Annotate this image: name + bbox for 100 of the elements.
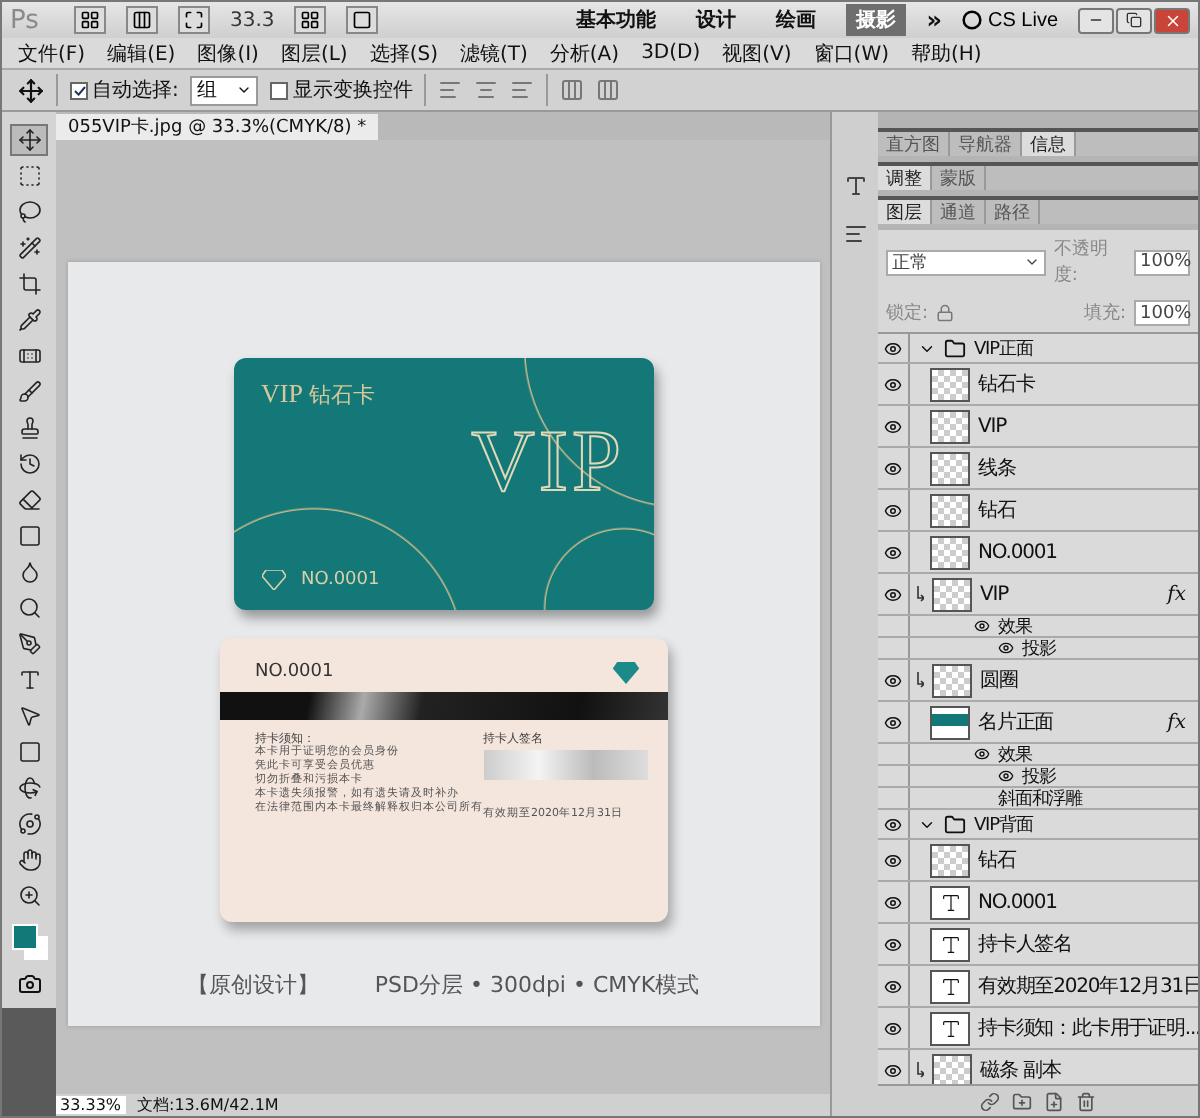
layer-name[interactable]: 磁条 副本: [980, 1056, 1061, 1084]
move-tool-icon[interactable]: [18, 77, 44, 103]
visibility-icon[interactable]: [884, 459, 902, 477]
effects-badge[interactable]: fx: [1167, 583, 1186, 605]
visibility-icon[interactable]: [884, 1061, 902, 1079]
bridge-button[interactable]: [74, 6, 106, 34]
layer-row[interactable]: 钻石: [878, 840, 1198, 882]
new-group-icon[interactable]: [1012, 1091, 1032, 1111]
arrange-button[interactable]: [294, 6, 327, 34]
visibility-icon[interactable]: [884, 977, 902, 995]
layer-group-row[interactable]: VIP正面: [878, 334, 1198, 364]
align-icon[interactable]: [474, 78, 499, 102]
layer-name[interactable]: 圆圈: [980, 666, 1018, 694]
more-workspaces[interactable]: »: [926, 6, 942, 34]
menu-item[interactable]: 文件(F): [18, 39, 86, 67]
layer-name[interactable]: 持卡须知：此卡用于证明...: [978, 1014, 1198, 1042]
layer-name[interactable]: 线条: [978, 454, 1016, 482]
layer-group-row[interactable]: VIP背面: [878, 810, 1198, 840]
minimize-button[interactable]: [1078, 7, 1114, 33]
layer-row[interactable]: NO.0001: [878, 532, 1198, 574]
effects-row[interactable]: 效果: [878, 616, 1198, 638]
mini-bridge-button[interactable]: [126, 6, 158, 34]
effect-name[interactable]: 投影: [1022, 635, 1056, 661]
zoom-level[interactable]: 33.3: [230, 9, 275, 31]
link-icon[interactable]: [980, 1091, 1000, 1111]
cs-live-button[interactable]: CS Live: [961, 9, 1058, 31]
zoom-field[interactable]: 33.33%: [56, 1096, 126, 1114]
layer-name[interactable]: VIP: [978, 415, 1007, 437]
menu-item[interactable]: 分析(A): [549, 39, 620, 67]
layer-name[interactable]: 钻石卡: [978, 370, 1035, 398]
distribute-icon[interactable]: [596, 78, 621, 102]
visibility-icon[interactable]: [884, 851, 902, 869]
restore-button[interactable]: [1116, 7, 1152, 33]
workspace-tab[interactable]: 设计: [686, 4, 747, 36]
layer-name[interactable]: VIP: [980, 583, 1009, 605]
visibility-icon[interactable]: [974, 618, 990, 634]
visibility-icon[interactable]: [884, 713, 902, 731]
layer-row[interactable]: 持卡须知：此卡用于证明...: [878, 1008, 1198, 1050]
blend-mode-dropdown[interactable]: 正常: [886, 249, 1046, 275]
view-extras-button[interactable]: [178, 6, 210, 34]
trash-icon[interactable]: [1076, 1091, 1096, 1111]
layer-name[interactable]: 名片正面: [978, 708, 1054, 736]
menu-item[interactable]: 3D(D): [641, 42, 701, 64]
layer-row[interactable]: 线条: [878, 448, 1198, 490]
visibility-icon[interactable]: [884, 671, 902, 689]
workspace-tab[interactable]: 基本功能: [566, 4, 667, 36]
layer-row[interactable]: VIP fx: [878, 574, 1198, 616]
menu-item[interactable]: 图层(L): [280, 39, 348, 67]
visibility-icon[interactable]: [884, 417, 902, 435]
menu-item[interactable]: 图像(I): [197, 39, 259, 67]
layer-name[interactable]: 钻石: [978, 496, 1016, 524]
new-layer-icon[interactable]: [1044, 1091, 1064, 1111]
align-icon[interactable]: [438, 78, 463, 102]
visibility-icon[interactable]: [884, 543, 902, 561]
visibility-icon[interactable]: [884, 815, 902, 833]
lock-icon[interactable]: [936, 304, 955, 322]
visibility-icon[interactable]: [884, 501, 902, 519]
tool-button[interactable]: [10, 124, 48, 156]
menu-item[interactable]: 编辑(E): [107, 39, 176, 67]
auto-select-dropdown[interactable]: 组: [190, 75, 259, 105]
layer-name[interactable]: 有效期至2020年12月31日: [978, 972, 1198, 1000]
panel-tab[interactable]: 信息: [1022, 132, 1076, 156]
layer-row[interactable]: 钻石: [878, 490, 1198, 532]
document-tab[interactable]: 055VIP卡.jpg @ 33.3%(CMYK/8) *: [56, 114, 379, 140]
visibility-icon[interactable]: [884, 585, 902, 603]
layer-name[interactable]: 持卡人签名: [978, 930, 1073, 958]
checkbox[interactable]: [70, 81, 88, 99]
layer-name[interactable]: NO.0001: [978, 891, 1057, 913]
align-icon[interactable]: [510, 78, 535, 102]
visibility-icon[interactable]: [998, 640, 1014, 656]
effects-badge[interactable]: fx: [1167, 711, 1186, 733]
layer-row[interactable]: 持卡人签名: [878, 924, 1198, 966]
menu-item[interactable]: 视图(V): [722, 39, 792, 67]
menu-item[interactable]: 选择(S): [369, 39, 438, 67]
layer-row[interactable]: 钻石卡: [878, 364, 1198, 406]
visibility-icon[interactable]: [884, 1019, 902, 1037]
menu-item[interactable]: 帮助(H): [911, 39, 982, 67]
visibility-icon[interactable]: [884, 339, 902, 357]
fill-field[interactable]: 100%: [1134, 300, 1190, 326]
menu-item[interactable]: 窗口(W): [813, 39, 889, 67]
color-swatches[interactable]: [11, 924, 47, 960]
panel-tab[interactable]: 调整: [878, 166, 932, 190]
layer-row[interactable]: 有效期至2020年12月31日: [878, 966, 1198, 1008]
distribute-icon[interactable]: [560, 78, 585, 102]
effects-row[interactable]: 效果: [878, 744, 1198, 766]
opacity-field[interactable]: 100%: [1134, 249, 1190, 275]
visibility-icon[interactable]: [884, 893, 902, 911]
layer-group-name[interactable]: VIP背面: [974, 811, 1033, 837]
layer-name[interactable]: NO.0001: [978, 541, 1057, 563]
workspace-tab[interactable]: 绘画: [766, 4, 827, 36]
effect-row[interactable]: 斜面和浮雕: [878, 788, 1198, 810]
workspace-tab[interactable]: 摄影: [846, 4, 907, 36]
screen-mode-button[interactable]: [346, 6, 379, 34]
effect-row[interactable]: 投影: [878, 638, 1198, 660]
visibility-icon[interactable]: [998, 768, 1014, 784]
layer-row[interactable]: 名片正面 fx: [878, 702, 1198, 744]
menu-item[interactable]: 滤镜(T): [459, 39, 528, 67]
layer-group-name[interactable]: VIP正面: [974, 335, 1033, 361]
layer-row[interactable]: NO.0001: [878, 882, 1198, 924]
visibility-icon[interactable]: [884, 935, 902, 953]
